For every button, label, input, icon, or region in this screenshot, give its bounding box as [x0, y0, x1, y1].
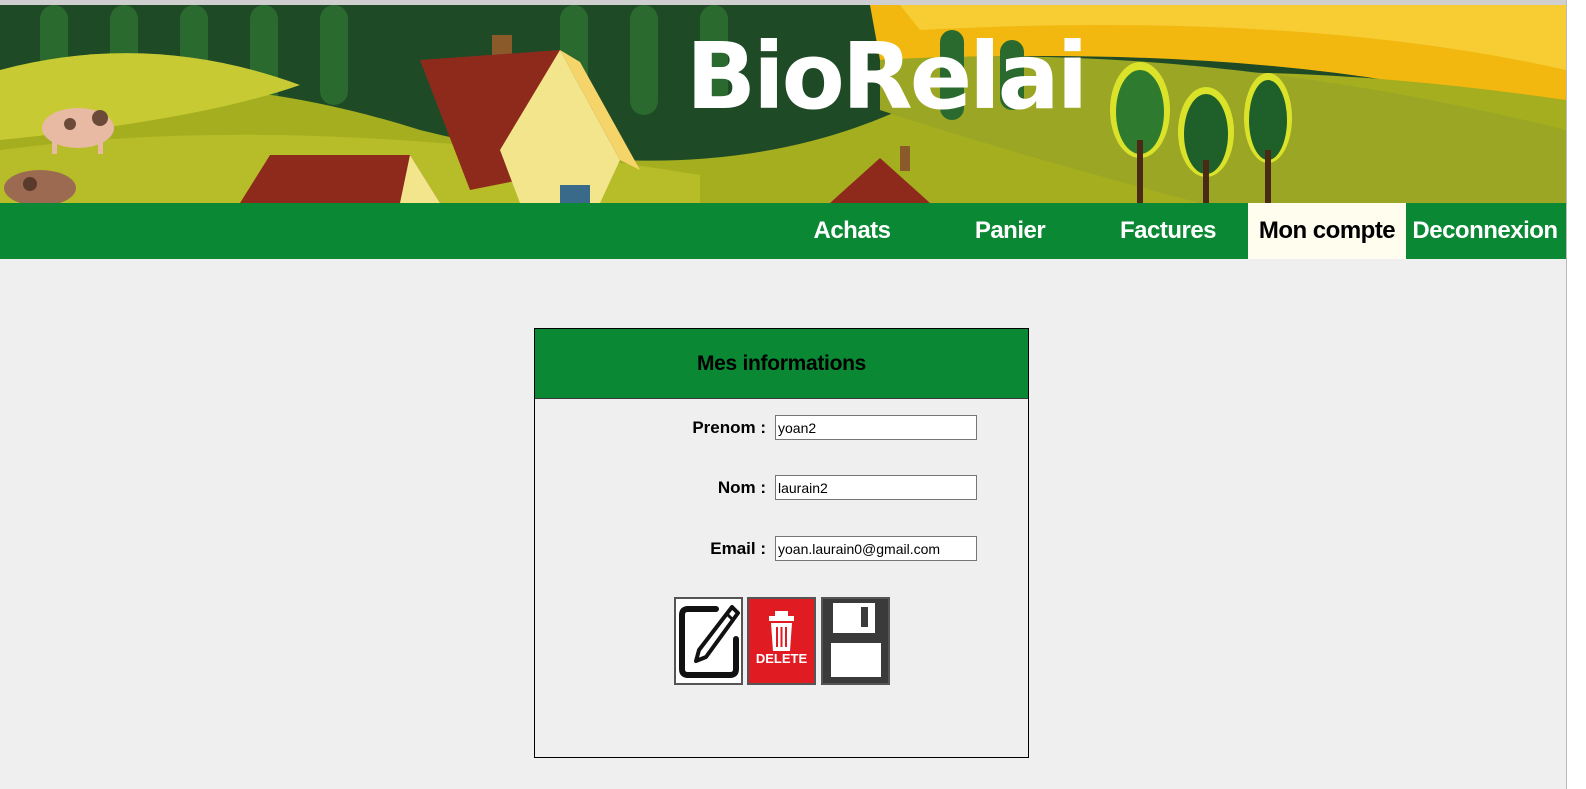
- prenom-row: Prenom :: [535, 415, 1030, 441]
- save-button[interactable]: [821, 597, 890, 685]
- edit-button[interactable]: [674, 597, 743, 685]
- email-input[interactable]: [775, 536, 977, 561]
- floppy-disk-icon: [823, 599, 888, 683]
- nav-item-deconnexion[interactable]: Deconnexion: [1406, 203, 1564, 259]
- email-row: Email :: [535, 536, 1030, 562]
- nav-item-achats[interactable]: Achats: [773, 203, 931, 259]
- nom-label: Nom :: [717, 478, 766, 497]
- header-banner: BioRelai: [0, 0, 1566, 203]
- pencil-square-icon: [679, 605, 740, 678]
- window-scroll-edge: [1566, 0, 1586, 789]
- email-label: Email :: [710, 539, 766, 558]
- delete-label: DELETE: [755, 651, 808, 666]
- prenom-input[interactable]: [775, 415, 977, 440]
- nom-row: Nom :: [535, 475, 1030, 501]
- account-info-card: Mes informations Prenom : Nom : Email : …: [534, 328, 1029, 758]
- nav-item-mon-compte[interactable]: Mon compte: [1248, 203, 1406, 259]
- main-nav: Achats Panier Factures Mon compte Deconn…: [0, 203, 1566, 259]
- logo-text: BioRelai: [686, 23, 1088, 130]
- delete-button[interactable]: DELETE: [747, 597, 816, 685]
- nav-item-factures[interactable]: Factures: [1089, 203, 1247, 259]
- card-title: Mes informations: [535, 329, 1028, 399]
- nav-item-panier[interactable]: Panier: [931, 203, 1089, 259]
- prenom-label: Prenom :: [692, 418, 766, 437]
- nom-input[interactable]: [775, 475, 977, 500]
- trash-icon: [769, 611, 794, 651]
